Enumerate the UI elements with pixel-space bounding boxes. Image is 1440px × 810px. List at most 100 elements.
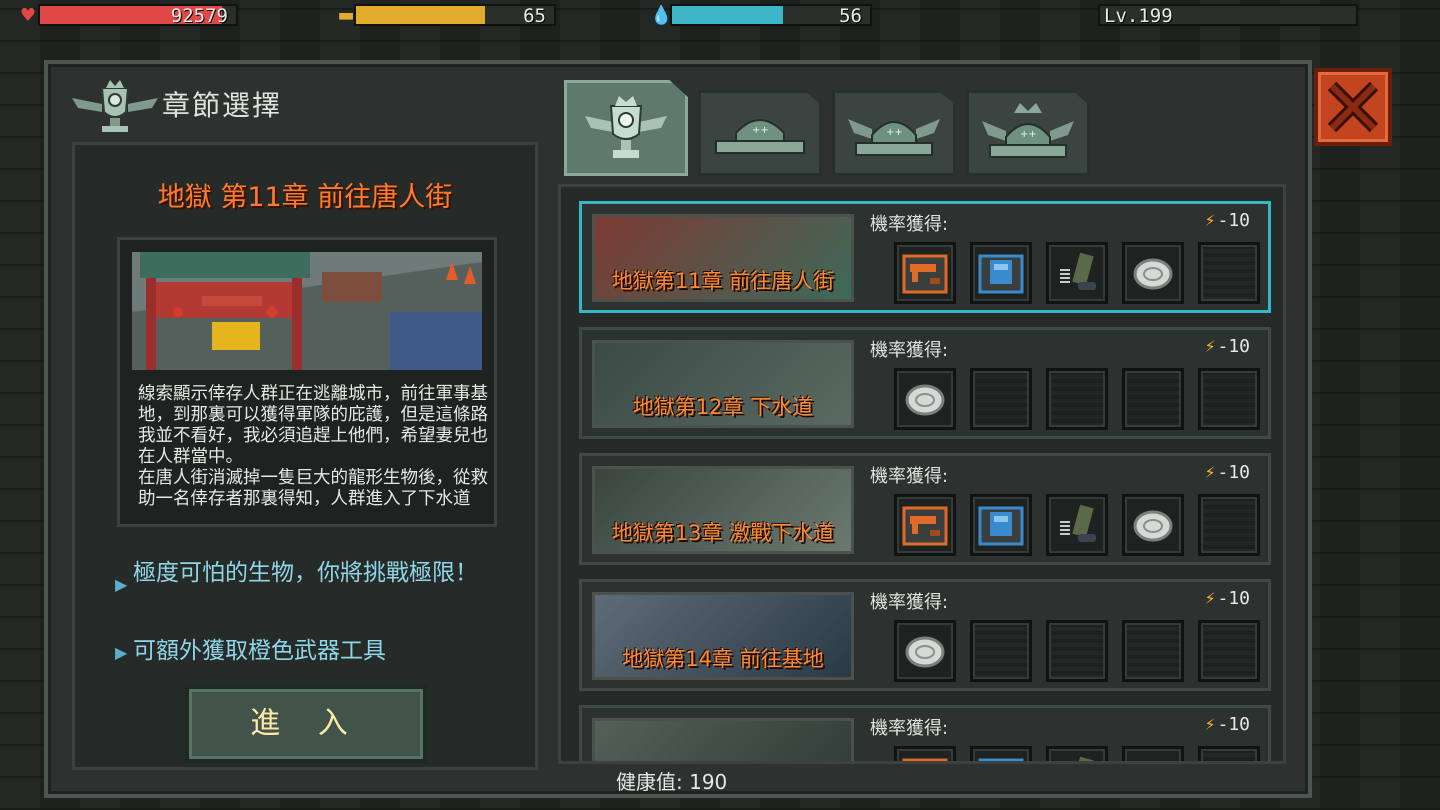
crowned-helmet-icon: ++ <box>982 103 1074 158</box>
energy-cost-value: -10 <box>1217 714 1250 735</box>
empty-reward-slot[interactable] <box>1198 494 1260 556</box>
energy-cost: ⚡ -10 <box>1205 714 1250 735</box>
energy-cost-value: -10 <box>1217 588 1250 609</box>
helmet-emblem-icon: ++ <box>715 119 805 154</box>
panel-title: 章節選擇 <box>162 89 283 122</box>
energy-cost: ⚡ -10 <box>1205 462 1250 483</box>
chapter-row[interactable]: 機率獲得: ⚡ -10 <box>579 705 1271 761</box>
silver-coin-icon[interactable] <box>1122 242 1184 304</box>
tab-trophy[interactable] <box>564 80 688 176</box>
chapter-label: 地獄第12章 下水道 <box>632 395 814 419</box>
perk-bullet-icon: ▶ <box>115 575 128 594</box>
energy-cost-value: -10 <box>1217 210 1250 231</box>
chapter-label: 地獄第14章 前往基地 <box>622 647 824 671</box>
perk-bullet-icon: ▶ <box>115 643 128 662</box>
close-button[interactable] <box>1314 68 1392 146</box>
energy-cost: ⚡ -10 <box>1205 336 1250 357</box>
chapter-row[interactable]: 地獄第12章 下水道 機率獲得: ⚡ -10 <box>579 327 1271 439</box>
empty-reward-slot[interactable] <box>1046 620 1108 682</box>
chapter-thumbnail: 地獄第14章 前往基地 <box>592 592 854 680</box>
chapter-detail-pane: 地獄 第11章 前往唐人街 線索顯示倖存人群正在逃離城市，前往軍事基地，到那裏可… <box>72 142 538 770</box>
level-value: Lv.199 <box>1104 5 1173 27</box>
empty-reward-slot[interactable] <box>970 620 1032 682</box>
svg-text:++: ++ <box>752 125 769 136</box>
silver-coin-icon[interactable] <box>894 620 956 682</box>
empty-reward-slot[interactable] <box>1046 368 1108 430</box>
hp-bar: 92579 <box>38 4 238 27</box>
green-spring-parts-icon[interactable] <box>1046 746 1108 761</box>
water-bar-fill <box>672 6 783 24</box>
perk-difficulty: 極度可怕的生物，你將挑戰極限！ <box>133 560 478 586</box>
green-spring-parts-icon[interactable] <box>1046 242 1108 304</box>
orange-gun-case-icon[interactable] <box>894 242 956 304</box>
drop-chance-label: 機率獲得: <box>870 466 949 487</box>
chapter-thumbnail <box>592 718 854 761</box>
lightning-icon: ⚡ <box>1204 336 1216 357</box>
chinatown-preview-image <box>132 252 482 370</box>
blue-armor-case-icon[interactable] <box>970 494 1032 556</box>
energy-cost: ⚡ -10 <box>1205 210 1250 231</box>
tab-helmet-2[interactable]: ++ <box>832 90 956 176</box>
empty-reward-slot[interactable] <box>1198 368 1260 430</box>
chapter-thumbnail: 地獄第12章 下水道 <box>592 340 854 428</box>
lightning-icon: ⚡ <box>1204 462 1216 483</box>
chapter-list[interactable]: 地獄第11章 前往唐人街 機率獲得: ⚡ -10 地獄第12章 下水道 機率獲得: ⚡ -10… <box>558 184 1286 764</box>
empty-reward-slot[interactable] <box>1198 242 1260 304</box>
silver-coin-icon[interactable] <box>1122 494 1184 556</box>
blue-armor-case-icon[interactable] <box>970 242 1032 304</box>
silver-coin-icon[interactable] <box>894 368 956 430</box>
winged-helmet-icon: ++ <box>848 119 940 156</box>
chapter-preview: 線索顯示倖存人群正在逃離城市，前往軍事基地，到那裏可以獲得軍隊的庇護，但是這條路… <box>117 237 497 527</box>
empty-reward-slot[interactable] <box>1198 746 1260 761</box>
empty-reward-slot[interactable] <box>1198 620 1260 682</box>
blue-armor-case-icon[interactable] <box>970 746 1032 761</box>
lightning-icon: ⚡ <box>1204 714 1216 735</box>
close-icon <box>1327 81 1379 133</box>
chapter-label: 地獄第13章 激戰下水道 <box>611 521 835 545</box>
drop-chance-label: 機率獲得: <box>870 592 949 613</box>
chapter-description: 線索顯示倖存人群正在逃離城市，前往軍事基地，到那裏可以獲得軍隊的庇護，但是這條路… <box>138 384 488 509</box>
trophy-icon <box>585 96 667 158</box>
water-drop-icon: 💧 <box>650 5 673 26</box>
orange-gun-case-icon[interactable] <box>894 746 956 761</box>
enter-button[interactable]: 進 入 <box>185 685 427 763</box>
drop-chance-label: 機率獲得: <box>870 214 949 235</box>
chapter-thumbnail: 地獄第13章 激戰下水道 <box>592 466 854 554</box>
food-bar-fill <box>356 6 485 24</box>
heart-icon: ♥ <box>19 5 37 26</box>
hp-value: 92579 <box>170 5 228 27</box>
tab-helmet-1[interactable]: ++ <box>698 90 822 176</box>
lightning-icon: ⚡ <box>1204 588 1216 609</box>
chapter-label: 地獄第11章 前往唐人街 <box>611 269 835 293</box>
drop-chance-label: 機率獲得: <box>870 340 949 361</box>
lightning-icon: ⚡ <box>1204 210 1216 231</box>
water-bar: 56 <box>670 4 872 27</box>
drop-chance-label: 機率獲得: <box>870 718 949 739</box>
health-value: 健康值: 190 <box>616 770 728 794</box>
svg-text:++: ++ <box>886 127 903 138</box>
green-spring-parts-icon[interactable] <box>1046 494 1108 556</box>
trophy-icon <box>72 80 158 132</box>
energy-cost-value: -10 <box>1217 462 1250 483</box>
perk-reward: 可額外獲取橙色武器工具 <box>133 638 386 664</box>
energy-cost: ⚡ -10 <box>1205 588 1250 609</box>
burger-icon: ▬ <box>337 5 355 26</box>
energy-cost-value: -10 <box>1217 336 1250 357</box>
chapter-row[interactable]: 地獄第13章 激戰下水道 機率獲得: ⚡ -10 <box>579 453 1271 565</box>
food-bar: 65 <box>354 4 556 27</box>
level-bar: Lv.199 <box>1098 4 1358 27</box>
water-value: 56 <box>839 5 862 27</box>
orange-gun-case-icon[interactable] <box>894 494 956 556</box>
title-emblem <box>72 78 158 134</box>
chapter-title: 地獄 第11章 前往唐人街 <box>157 182 453 213</box>
empty-reward-slot[interactable] <box>1122 620 1184 682</box>
empty-reward-slot[interactable] <box>970 368 1032 430</box>
silver-coin-icon[interactable] <box>1122 746 1184 761</box>
empty-reward-slot[interactable] <box>1122 368 1184 430</box>
svg-text:++: ++ <box>1020 129 1037 140</box>
chapter-row[interactable]: 地獄第14章 前往基地 機率獲得: ⚡ -10 <box>579 579 1271 691</box>
chapter-thumbnail: 地獄第11章 前往唐人街 <box>592 214 854 302</box>
food-value: 65 <box>523 5 546 27</box>
tab-helmet-3[interactable]: ++ <box>966 90 1090 176</box>
chapter-row[interactable]: 地獄第11章 前往唐人街 機率獲得: ⚡ -10 <box>579 201 1271 313</box>
